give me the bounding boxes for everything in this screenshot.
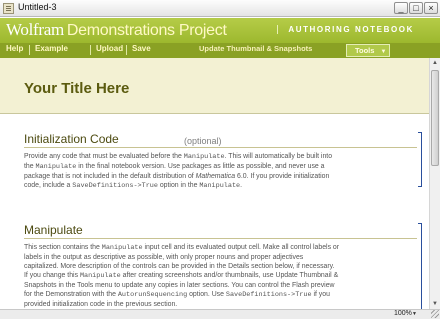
scroll-down-arrow-icon[interactable]: ▼	[430, 299, 440, 309]
brand-wolfram: Wolfram	[6, 20, 64, 39]
init-text: in the final notebook version. Use packa…	[76, 163, 325, 170]
init-text: 6.0. If you provide initialization	[235, 173, 330, 180]
brand-logo: Wolfram Demonstrations Project	[6, 20, 227, 40]
manip-text: This section contains the	[24, 244, 102, 251]
tools-menu-button[interactable]: Tools ▼	[346, 44, 390, 57]
notebook-icon	[3, 3, 14, 14]
zoom-level[interactable]: 100%	[394, 310, 412, 317]
manip-text: If you change this	[24, 272, 80, 279]
manip-line: capitalized. More description of the con…	[24, 263, 335, 270]
manipulate-text[interactable]: This section contains the Manipulate inp…	[24, 243, 416, 309]
init-text: package that is not included in the defa…	[24, 173, 196, 180]
init-line: package that is not included in the defa…	[24, 172, 416, 181]
init-code: Manipulate	[199, 182, 241, 190]
close-button[interactable]: ×	[424, 2, 438, 14]
init-line: code, include a SaveDefinitions->True op…	[24, 181, 416, 191]
manip-line: for the Demonstration with the AutorunSe…	[24, 290, 416, 300]
window-controls: _ □ ×	[394, 2, 438, 14]
init-line: Provide any code that must be evaluated …	[24, 152, 416, 162]
manip-code: AutorunSequencing	[117, 291, 188, 299]
manip-code: Manipulate	[79, 272, 121, 280]
section-divider	[24, 147, 417, 148]
brand-product: Demonstrations Project	[66, 22, 227, 39]
manip-text: after creating screenshots and/or thumbn…	[120, 272, 339, 279]
resize-grip-icon[interactable]	[431, 310, 439, 318]
init-code: Manipulate	[35, 163, 77, 171]
page-title[interactable]: Your Title Here	[24, 80, 129, 97]
help-link[interactable]: Help	[6, 44, 23, 53]
init-text: Provide any code that must be evaluated …	[24, 153, 184, 160]
manip-line: provided initialization code in the prev…	[24, 301, 178, 308]
upload-link[interactable]: Upload	[96, 44, 123, 53]
manip-line: Snapshots in the Tools menu to update an…	[24, 282, 335, 289]
toolbar-divider	[29, 45, 30, 55]
manip-code: SaveDefinitions->True	[225, 291, 312, 299]
init-text: .	[240, 182, 243, 189]
init-italic: Mathematica	[195, 173, 236, 180]
maximize-button[interactable]: □	[409, 2, 423, 14]
chevron-down-icon: ▼	[380, 49, 387, 55]
init-text: code, include a	[24, 182, 73, 189]
notebook-toolbar: Help Example Upload Save Update Thumbnai…	[0, 43, 440, 58]
cell-bracket[interactable]	[418, 132, 422, 187]
section-divider	[24, 238, 417, 239]
zoom-dropdown-icon[interactable]: ▼	[412, 311, 417, 317]
manip-text: if you	[311, 291, 330, 298]
manip-line: This section contains the Manipulate inp…	[24, 243, 416, 253]
manip-text: for the Demonstration with the	[24, 291, 118, 298]
notebook-document[interactable]: Your Title Here Initialization Code Prov…	[0, 58, 429, 309]
vertical-scrollbar[interactable]: ▲ ▼	[429, 58, 440, 309]
authoring-notebook-label: AUTHORING NOTEBOOK	[277, 25, 414, 34]
init-code: SaveDefinitions->True	[72, 182, 158, 190]
init-text: . This will automatically be built into	[224, 153, 333, 160]
scrollbar-thumb[interactable]	[431, 70, 439, 166]
init-code: Manipulate	[183, 153, 225, 161]
window-title-bar: Untitled-3 _ □ ×	[0, 0, 440, 17]
manipulate-heading[interactable]: Manipulate	[24, 223, 83, 237]
manip-line: If you change this Manipulate after crea…	[24, 271, 416, 281]
update-thumbnail-link[interactable]: Update Thumbnail & Snapshots	[199, 44, 312, 53]
manip-text: input cell and its evaluated output cell…	[142, 244, 340, 251]
scroll-up-arrow-icon[interactable]: ▲	[430, 58, 440, 68]
toolbar-divider	[126, 45, 127, 55]
title-cell[interactable]: Your Title Here	[0, 58, 429, 114]
minimize-button[interactable]: _	[394, 2, 408, 14]
manip-text: option. Use	[187, 291, 226, 298]
tools-label: Tools	[355, 46, 375, 55]
initialization-text[interactable]: Provide any code that must be evaluated …	[24, 152, 416, 191]
init-text: the	[24, 163, 36, 170]
window-title: Untitled-3	[18, 2, 57, 12]
init-line: the Manipulate in the final notebook ver…	[24, 162, 416, 172]
example-link[interactable]: Example	[35, 44, 68, 53]
cell-bracket[interactable]	[418, 223, 422, 309]
init-text: option in the	[157, 182, 200, 189]
manip-code: Manipulate	[101, 244, 143, 252]
optional-label: (optional)	[184, 136, 222, 146]
demonstrations-banner: Wolfram Demonstrations Project AUTHORING …	[0, 18, 440, 43]
status-bar: 100% ▼	[0, 309, 440, 319]
save-link[interactable]: Save	[132, 44, 151, 53]
initialization-heading[interactable]: Initialization Code	[24, 132, 119, 146]
manip-line: labels in the output as descriptive as p…	[24, 254, 304, 261]
toolbar-divider	[90, 45, 91, 55]
